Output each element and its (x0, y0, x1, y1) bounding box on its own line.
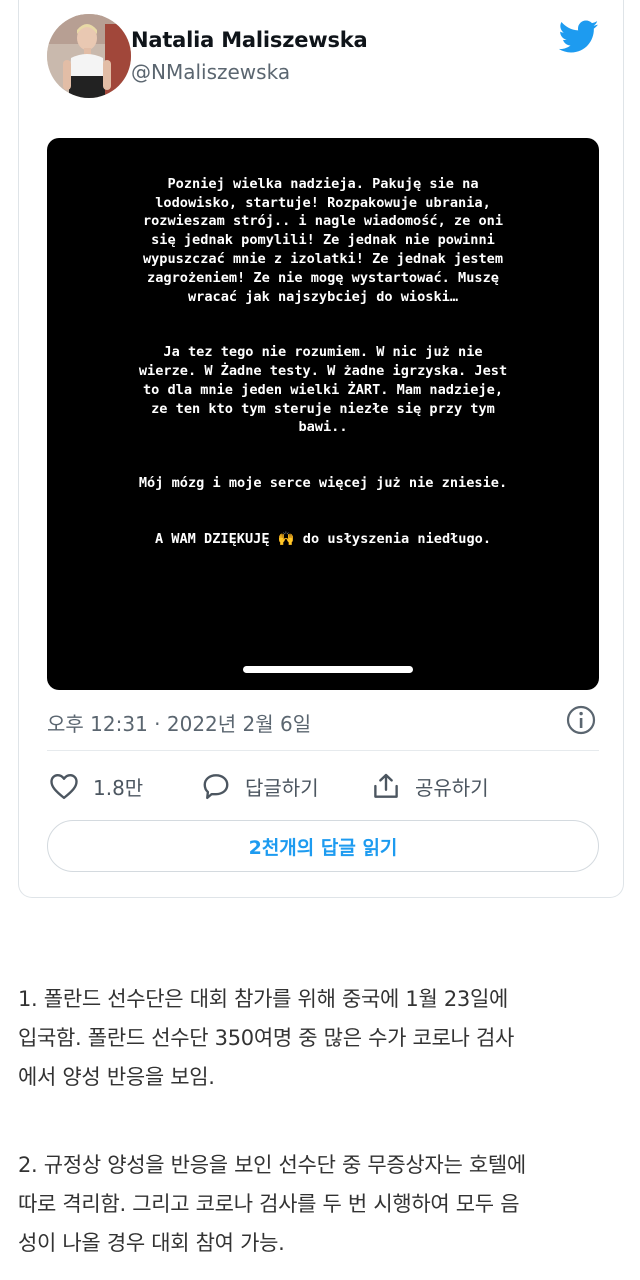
like-button[interactable]: 1.8만 (49, 768, 143, 804)
article-paragraph-1: 1. 폴란드 선수단은 대회 참가를 위해 중국에 1월 23일에 입국함. 폴… (18, 980, 630, 1097)
divider (47, 750, 599, 751)
avatar[interactable] (47, 14, 131, 98)
story-paragraph-2: Ja tez tego nie rozumiem. W nic już nie … (138, 344, 508, 436)
article-line: 1. 폴란드 선수단은 대회 참가를 위해 중국에 1월 23일에 (18, 987, 509, 1011)
tweet-card[interactable]: Natalia Maliszewska @NMaliszewska Poznie… (18, 0, 624, 898)
story-paragraph-1: Pozniej wielka nadzieja. Pakuję sie na l… (142, 175, 504, 305)
share-button[interactable]: 공유하기 (371, 768, 489, 804)
reply-button[interactable]: 답글하기 (201, 768, 319, 804)
story-image[interactable]: Pozniej wielka nadzieja. Pakuję sie na l… (47, 138, 599, 690)
reply-label: 답글하기 (245, 775, 319, 800)
heart-icon (50, 773, 78, 800)
article-line: 에서 양성 반응을 보임. (18, 1065, 215, 1089)
tweet-timestamp[interactable]: 오후 12:31 · 2022년 2월 6일 (47, 708, 311, 737)
reply-icon (203, 774, 229, 800)
author-name[interactable]: Natalia Maliszewska (131, 28, 368, 52)
avatar-photo (47, 14, 131, 98)
article-line: 따로 격리함. 그리고 코로나 검사를 두 번 시행하여 모두 음 (18, 1192, 520, 1216)
article-line: 2. 규정상 양성을 반응을 보인 선수단 중 무증상자는 호텔에 (18, 1153, 526, 1177)
article-line: 입국함. 폴란드 선수단 350여명 중 많은 수가 코로나 검사 (18, 1026, 514, 1050)
read-replies-button[interactable]: 2천개의 답글 읽기 (47, 820, 599, 872)
home-indicator-bar (243, 666, 413, 673)
story-paragraph-4: A WAM DZIĘKUJĘ 🙌 do usłyszenia niedługo. (154, 530, 492, 547)
story-text: Pozniej wielka nadzieja. Pakuję sie na l… (47, 156, 599, 585)
share-label: 공유하기 (415, 775, 489, 800)
twitter-bird-icon[interactable] (559, 20, 599, 54)
article-paragraph-2: 2. 규정상 양성을 반응을 보인 선수단 중 무증상자는 호텔에 따로 격리함… (18, 1146, 630, 1263)
author-handle[interactable]: @NMaliszewska (131, 60, 290, 84)
like-count: 1.8만 (93, 775, 144, 800)
share-icon (374, 773, 398, 798)
info-icon[interactable] (565, 704, 597, 736)
story-paragraph-3: Mój mózg i moje serce więcej już nie zni… (138, 474, 508, 491)
article-line: 성이 나올 경우 대회 참여 가능. (18, 1231, 285, 1255)
